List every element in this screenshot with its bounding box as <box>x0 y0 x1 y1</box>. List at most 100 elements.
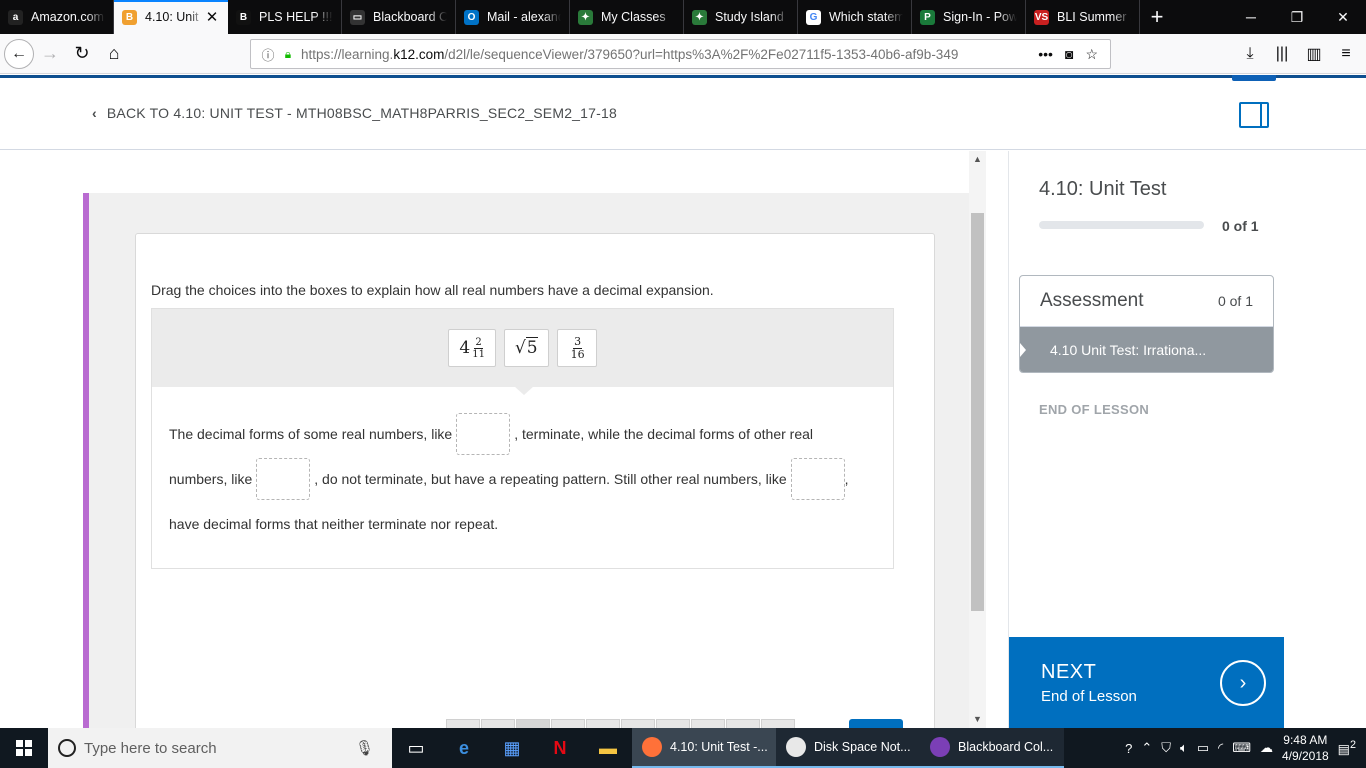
toggle-panel-icon[interactable] <box>1239 102 1269 128</box>
taskbar-app[interactable]: 4.10: Unit Test -... <box>632 728 776 768</box>
taskbar-search[interactable]: Type here to search 🎙︎ <box>48 728 392 768</box>
pager-button[interactable] <box>516 719 550 728</box>
pager-button[interactable] <box>761 719 795 728</box>
tab-label: Study Island <box>715 10 784 24</box>
volume-icon[interactable]: 🔈︎ <box>1180 740 1188 756</box>
file-explorer-icon[interactable]: ▬ <box>584 728 632 768</box>
browser-tab[interactable]: VS BLI Summer J <box>1026 0 1140 34</box>
question-prompt: Drag the choices into the boxes to expla… <box>151 282 714 298</box>
pager-button[interactable] <box>551 719 585 728</box>
unit-progress-text: 0 of 1 <box>1222 218 1259 234</box>
lock-icon: 🔒︎ <box>284 46 292 61</box>
taskbar-app[interactable]: Disk Space Not... <box>776 728 920 768</box>
tab-label: 4.10: Unit <box>145 10 199 24</box>
edge-icon[interactable]: e <box>440 728 488 768</box>
browser-tab[interactable]: G Which statem <box>798 0 912 34</box>
fill-in-paragraph: The decimal forms of some real numbers, … <box>169 411 869 546</box>
wifi-icon[interactable]: ◜ <box>1218 740 1223 756</box>
bookmark-star-icon[interactable]: ☆ <box>1085 46 1098 63</box>
unit-title: 4.10: Unit Test <box>1039 178 1167 200</box>
back-button[interactable]: ← <box>4 38 34 69</box>
close-window-button[interactable]: ✕ <box>1320 0 1366 34</box>
onedrive-icon[interactable]: ☁︎ <box>1260 740 1273 756</box>
drag-drop-area: 4 2 11 √5 3 16 The decimal forms of some… <box>151 308 894 569</box>
home-icon: ⌂ <box>108 43 120 63</box>
sidebar-toggle-icon[interactable]: ▥ <box>1302 38 1326 70</box>
tab-label: PLS HELP !!!!!! <box>259 10 333 24</box>
arrow-right-icon: → <box>41 43 59 63</box>
downloads-icon[interactable]: ⤓ <box>1238 38 1262 70</box>
new-tab-button[interactable]: + <box>1140 0 1174 34</box>
drop-box-1[interactable] <box>456 412 511 455</box>
tab-label: Blackboard C <box>373 10 447 24</box>
drop-box-3[interactable] <box>790 457 845 500</box>
pager-button[interactable] <box>621 719 655 728</box>
next-sublabel: End of Lesson <box>1041 688 1137 705</box>
choice-square-root[interactable]: √5 <box>503 329 549 367</box>
taskbar-app[interactable]: Blackboard Col... <box>920 728 1064 768</box>
next-button[interactable]: NEXT End of Lesson › <box>1009 637 1284 728</box>
shield-icon[interactable]: ⛉ <box>1161 740 1171 756</box>
scroll-thumb[interactable] <box>971 213 984 611</box>
browser-tab[interactable]: ✦ Study Island <box>684 0 798 34</box>
reload-button[interactable]: ↻ <box>66 38 98 70</box>
assessment-item[interactable]: 4.10 Unit Test: Irrationa... <box>1020 327 1273 372</box>
task-view-icon[interactable]: ▭ <box>392 728 440 768</box>
windows-logo-icon <box>16 740 32 756</box>
content-scrollbar[interactable]: ▲ ▼ <box>969 151 986 728</box>
address-bar[interactable]: ⓘ 🔒︎ https://learning.k12.com/d2l/le/seq… <box>250 39 1111 69</box>
browser-tab[interactable]: a Amazon.com <box>0 0 114 34</box>
pager-button[interactable] <box>446 719 480 728</box>
pager-button[interactable] <box>586 719 620 728</box>
tab-label: Mail - alexand <box>487 10 561 24</box>
help-icon[interactable]: ? <box>1125 741 1132 756</box>
drop-box-2[interactable] <box>256 457 311 500</box>
next-label: NEXT <box>1041 661 1097 683</box>
forward-button[interactable]: → <box>34 38 66 70</box>
restore-button[interactable]: ❐ <box>1274 0 1320 34</box>
browser-tab[interactable]: B 4.10: Unit ✕ <box>114 0 228 34</box>
pager-button[interactable] <box>481 719 515 728</box>
keyboard-icon[interactable]: ⌨︎ <box>1232 740 1251 756</box>
netflix-icon[interactable]: N <box>536 728 584 768</box>
sentence-part: , <box>844 470 849 487</box>
start-button[interactable] <box>0 728 48 768</box>
browser-tab[interactable]: P Sign-In - Pow <box>912 0 1026 34</box>
submit-button[interactable] <box>849 719 903 728</box>
browser-tab[interactable]: ▭ Blackboard C <box>342 0 456 34</box>
notification-icon[interactable]: ▤2 <box>1338 739 1356 757</box>
back-to-unit-link[interactable]: ‹ BACK TO 4.10: UNIT TEST - MTH08BSC_MAT… <box>92 105 617 121</box>
system-clock[interactable]: 9:48 AM 4/9/2018 <box>1282 732 1329 764</box>
reload-icon: ↻ <box>74 43 90 63</box>
scroll-up-icon[interactable]: ▲ <box>969 151 986 168</box>
chevron-up-icon[interactable]: ⌃ <box>1141 740 1152 756</box>
choice-fraction[interactable]: 3 16 <box>556 329 597 367</box>
pager-button[interactable] <box>726 719 760 728</box>
microphone-icon[interactable]: 🎙︎ <box>355 739 374 757</box>
assessment-header[interactable]: Assessment 0 of 1 <box>1020 276 1273 327</box>
store-icon[interactable]: ▦ <box>488 728 536 768</box>
browser-tab[interactable]: B PLS HELP !!!!!! <box>228 0 342 34</box>
browser-tab[interactable]: ✦ My Classes <box>570 0 684 34</box>
search-placeholder: Type here to search <box>84 739 217 757</box>
menu-icon[interactable]: ≡ <box>1334 38 1358 70</box>
page: ‹ BACK TO 4.10: UNIT TEST - MTH08BSC_MAT… <box>0 75 1366 728</box>
pocket-icon[interactable]: ◙ <box>1065 46 1073 63</box>
minimize-button[interactable]: ─ <box>1228 0 1274 34</box>
url-text[interactable]: https://learning.k12.com/d2l/le/sequence… <box>301 47 1026 62</box>
home-button[interactable]: ⌂ <box>98 38 130 70</box>
close-tab-icon[interactable]: ✕ <box>204 8 220 26</box>
scroll-down-icon[interactable]: ▼ <box>969 711 986 728</box>
page-actions-button[interactable]: ••• <box>1038 46 1053 63</box>
tab-label: Amazon.com <box>31 10 104 24</box>
browser-tab[interactable]: O Mail - alexand <box>456 0 570 34</box>
pager-button[interactable] <box>691 719 725 728</box>
info-icon[interactable]: ⓘ <box>257 45 279 64</box>
tab-favicon-icon: ✦ <box>578 9 593 25</box>
chevron-left-icon: ‹ <box>92 105 97 121</box>
choice-mixed-number[interactable]: 4 2 11 <box>448 329 496 367</box>
battery-icon[interactable]: ▭ <box>1197 740 1209 756</box>
assessment-count: 0 of 1 <box>1217 293 1253 309</box>
pager-button[interactable] <box>656 719 690 728</box>
library-icon[interactable]: ||| <box>1270 38 1294 70</box>
